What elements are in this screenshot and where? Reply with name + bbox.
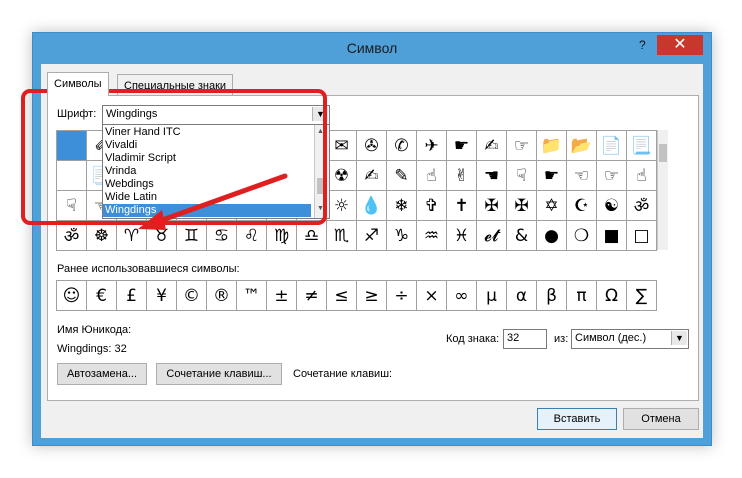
recent-symbol-cell[interactable]: ∞ xyxy=(447,281,477,311)
symbol-cell[interactable]: ♓ xyxy=(447,221,477,251)
symbol-cell[interactable]: ✠ xyxy=(477,191,507,221)
recent-symbol-cell[interactable]: β xyxy=(537,281,567,311)
symbol-cell[interactable]: ♒ xyxy=(417,221,447,251)
recent-symbol-cell[interactable]: ÷ xyxy=(387,281,417,311)
symbol-cell[interactable]: ♑ xyxy=(387,221,417,251)
dialog-title: Символ xyxy=(346,40,398,56)
recent-symbols-grid: ☺ € £ ¥ © ® ™ ± ≠ ≤ ≥ ÷ × ∞ µ α β π Ω ∑ xyxy=(56,280,657,311)
symbol-cell[interactable]: ☞ xyxy=(507,131,537,161)
unicode-name-label: Имя Юникода: xyxy=(57,324,132,336)
symbol-cell[interactable]: ♐ xyxy=(357,221,387,251)
recent-symbol-cell[interactable]: µ xyxy=(477,281,507,311)
symbol-cell[interactable]: ☜ xyxy=(567,161,597,191)
symbol-cell[interactable]: ☝ xyxy=(627,161,657,191)
symbol-cell[interactable]: 📄 xyxy=(597,131,627,161)
annotation-arrow-icon xyxy=(138,173,288,230)
recent-symbol-cell[interactable]: ≤ xyxy=(327,281,357,311)
symbol-cell[interactable]: ✈ xyxy=(417,131,447,161)
from-select[interactable]: Символ (дес.) ▼ xyxy=(571,329,689,349)
recent-symbol-cell[interactable]: Ω xyxy=(597,281,627,311)
from-label: из: xyxy=(554,333,569,345)
recent-symbol-cell[interactable]: π xyxy=(567,281,597,311)
symbol-cell[interactable]: ✍ xyxy=(477,131,507,161)
symbol-cell[interactable]: ☛ xyxy=(537,161,567,191)
symbol-cell[interactable]: 📁 xyxy=(537,131,567,161)
symbol-cell[interactable]: ☝ xyxy=(417,161,447,191)
recent-symbol-cell[interactable]: ☺ xyxy=(57,281,87,311)
symbol-cell[interactable]: ☞ xyxy=(597,161,627,191)
symbol-cell[interactable]: ♎ xyxy=(297,221,327,251)
char-code-input[interactable]: 32 xyxy=(503,329,547,349)
cancel-button[interactable]: Отмена xyxy=(623,408,699,430)
recent-symbol-cell[interactable]: £ xyxy=(117,281,147,311)
symbol-cell[interactable]: ✆ xyxy=(387,131,417,161)
recent-symbol-cell[interactable]: ≠ xyxy=(297,281,327,311)
from-select-value: Символ (дес.) xyxy=(575,332,647,344)
symbol-cell[interactable]: ☟ xyxy=(507,161,537,191)
shortcut-key-label: Сочетание клавиш: xyxy=(293,368,393,380)
symbol-cell[interactable]: □ xyxy=(627,221,657,251)
symbol-cell[interactable]: ☚ xyxy=(477,161,507,191)
recent-symbol-cell[interactable]: ™ xyxy=(237,281,267,311)
symbol-cell[interactable]: ✍ xyxy=(357,161,387,191)
symbol-cell[interactable]: ✇ xyxy=(357,131,387,161)
symbol-dialog: Символ ? ✕ Символы Специальные знаки Шри… xyxy=(21,32,712,446)
symbol-cell[interactable]: 📃 xyxy=(627,131,657,161)
help-button[interactable]: ? xyxy=(639,38,646,52)
char-code-label: Код знака: xyxy=(446,333,500,345)
char-code-value: 32 xyxy=(507,332,520,344)
symbol-cell[interactable]: ☛ xyxy=(447,131,477,161)
symbol-cell[interactable]: ❍ xyxy=(567,221,597,251)
symbol-cell[interactable]: ॐ xyxy=(57,221,87,251)
recent-symbol-cell[interactable]: ≥ xyxy=(357,281,387,311)
recent-symbol-cell[interactable]: ∑ xyxy=(627,281,657,311)
symbol-cell[interactable]: 𝓮𝓽 xyxy=(477,221,507,251)
dialog-body: Символы Специальные знаки Шрифт: Wingdin… xyxy=(21,64,703,438)
shortcut-key-button[interactable]: Сочетание клавиш... xyxy=(156,363,282,385)
symbol-cell[interactable]: ☸ xyxy=(87,221,117,251)
recent-symbols-label: Ранее использовавшиеся символы: xyxy=(57,263,240,275)
symbol-cell[interactable]: ✡ xyxy=(537,191,567,221)
autocorrect-button[interactable]: Автозамена... xyxy=(57,363,147,385)
symbol-cell[interactable]: ☯ xyxy=(597,191,627,221)
symbol-cell[interactable]: ❄ xyxy=(387,191,417,221)
symbol-cell[interactable]: ☪ xyxy=(567,191,597,221)
symbol-cell[interactable]: 💧 xyxy=(357,191,387,221)
symbol-cell[interactable]: ✌ xyxy=(447,161,477,191)
symbol-cell[interactable]: ✎ xyxy=(387,161,417,191)
symbol-cell[interactable]: ☼ xyxy=(327,191,357,221)
unicode-name-value: Wingdings: 32 xyxy=(57,343,127,355)
title-bar[interactable]: Символ ? ✕ xyxy=(33,33,711,63)
symbol-cell[interactable]: ● xyxy=(537,221,567,251)
recent-symbol-cell[interactable]: ± xyxy=(267,281,297,311)
recent-symbol-cell[interactable]: ® xyxy=(207,281,237,311)
symbol-cell[interactable]: ॐ xyxy=(627,191,657,221)
symbol-cell[interactable]: ✞ xyxy=(417,191,447,221)
grid-scrollbar[interactable] xyxy=(657,130,668,250)
symbol-cell[interactable]: ✝ xyxy=(447,191,477,221)
symbol-cell[interactable]: ☢ xyxy=(327,161,357,191)
close-button[interactable]: ✕ xyxy=(657,35,703,55)
symbol-cell[interactable]: ■ xyxy=(597,221,627,251)
recent-symbol-cell[interactable]: © xyxy=(177,281,207,311)
symbol-cell[interactable]: & xyxy=(507,221,537,251)
insert-button[interactable]: Вставить xyxy=(537,408,617,430)
recent-symbol-cell[interactable]: α xyxy=(507,281,537,311)
symbol-cell[interactable]: ✉ xyxy=(327,131,357,161)
symbols-panel: Шрифт: Wingdings ▼ ✐☻✉✇✆✈☛✍☞📁📂📄📃📑⏻☢✍✎☝✌☚… xyxy=(21,89,699,401)
symbol-cell[interactable]: ✠ xyxy=(507,191,537,221)
recent-symbol-cell[interactable]: € xyxy=(87,281,117,311)
symbol-cell[interactable]: 📂 xyxy=(567,131,597,161)
tab-symbols[interactable]: Символы xyxy=(47,72,109,96)
recent-symbol-cell[interactable]: × xyxy=(417,281,447,311)
grid-scroll-thumb[interactable] xyxy=(659,144,667,162)
chevron-down-icon[interactable]: ▼ xyxy=(671,331,687,345)
recent-symbol-cell[interactable]: ¥ xyxy=(147,281,177,311)
symbol-cell[interactable]: ♏ xyxy=(327,221,357,251)
